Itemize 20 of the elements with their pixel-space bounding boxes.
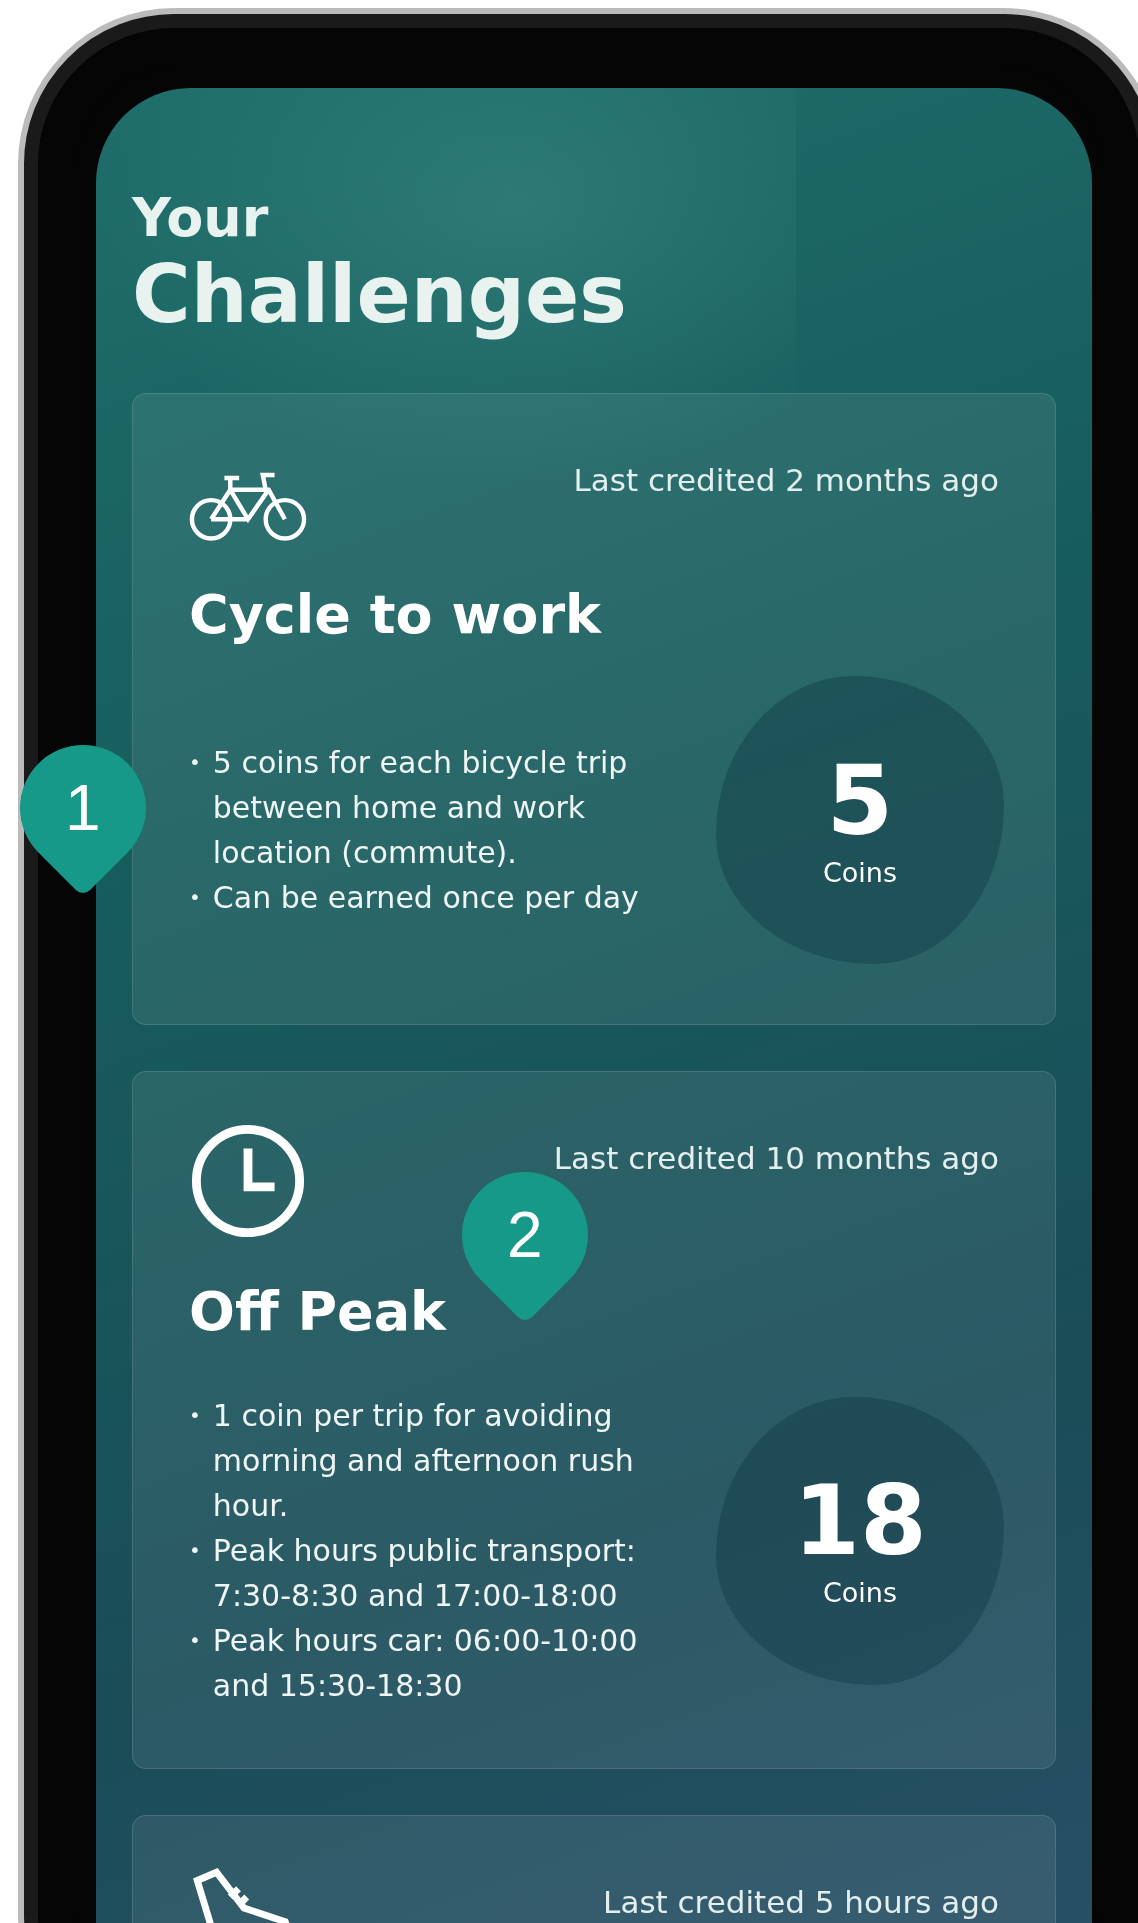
challenge-title: Cycle to work [189, 583, 603, 647]
coins-badge: 18 Coins [716, 1396, 1004, 1685]
last-credited-text: Last credited 5 hours ago [603, 1884, 999, 1921]
rule-text: 5 coins for each bicycle trip between home and work location (commute). [212, 744, 629, 873]
rule-text: 1 coin per trip for avoiding morning and afternoon rush hour. [212, 1397, 635, 1526]
bullet-marker: • [189, 884, 201, 912]
challenge-card[interactable] [132, 1071, 1056, 1770]
challenge-card[interactable]: Last credited 5 hours ago [132, 1815, 1056, 1923]
bullet-marker: • [189, 1402, 201, 1430]
rule-text: Peak hours car: 06:00-10:00 and 15:30-18:30 [212, 1622, 639, 1706]
rule-text: Peak hours public transport: 7:30-8:30 and 17:00-18:00 [212, 1532, 637, 1616]
coins-badge: 5 Coins [716, 676, 1004, 965]
bullet-marker: • [189, 749, 201, 777]
page-subtitle: Your [132, 188, 270, 248]
bullet-marker: • [189, 1537, 201, 1565]
rule-text: Can be earned once per day [212, 879, 640, 918]
challenge-card[interactable]: Last credited 2 months ago Cycle to work • 5 coins for each bicycle trip between home and work location (commute). • Can be earned once per day 5 Coins [132, 393, 1056, 1026]
last-credited-text: Last credited 2 months ago [573, 462, 999, 499]
page-title: Challenges [132, 247, 628, 344]
bullet-marker: • [189, 1627, 201, 1655]
